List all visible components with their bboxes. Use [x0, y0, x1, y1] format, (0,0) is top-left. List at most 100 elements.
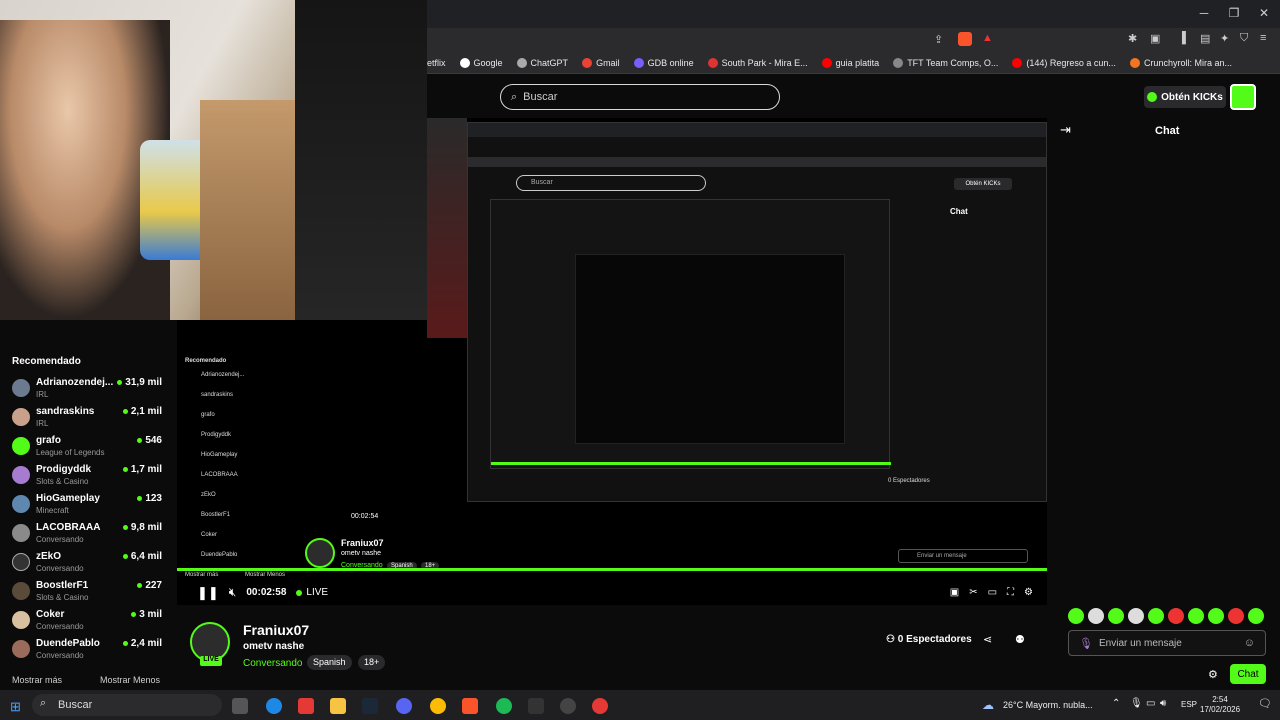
stream-category[interactable]: Conversando [243, 658, 302, 669]
emote-icon[interactable] [1088, 608, 1104, 624]
tray-arrow-icon[interactable]: ⌃ [1112, 698, 1120, 709]
channel-name: LACOBRAAA [36, 522, 101, 533]
notifications-icon[interactable]: 🗨︎ [1258, 697, 1272, 710]
sidebar-item[interactable]: Adrianozendej... IRL 31,9 mil [12, 375, 162, 403]
volume-icon[interactable]: 🔊︎ [1160, 698, 1166, 709]
theater-icon[interactable]: ▭ [988, 587, 997, 598]
tag-18plus[interactable]: 18+ [358, 655, 386, 670]
emote-icon[interactable] [1168, 608, 1184, 624]
brave-shield-icon[interactable] [958, 32, 972, 46]
channel-name: Prodigyddk [36, 464, 92, 475]
chat-settings-icon[interactable]: ⚙ [1208, 668, 1218, 681]
viewer-count: 31,9 mil [117, 377, 162, 388]
search-icon: ⌕ [511, 90, 518, 103]
sidebar-item[interactable]: DuendePablo Conversando 2,4 mil [12, 636, 162, 664]
sidebar-item[interactable]: Prodigyddk Slots & Casino 1,7 mil [12, 462, 162, 490]
app-icon[interactable] [298, 698, 314, 714]
show-more-link[interactable]: Mostrar más [12, 675, 62, 685]
bookmark-google[interactable]: Google [459, 57, 503, 68]
weather-icon[interactable]: ☁ [982, 698, 994, 712]
nested-stream-title: ometv nashe [341, 550, 382, 557]
emote-icon[interactable] [1068, 608, 1084, 624]
player-progress-bar[interactable] [177, 568, 1047, 571]
maximize-icon[interactable]: ❐ [1224, 6, 1244, 20]
sidebar-item[interactable]: HioGameplay Minecraft 123 [12, 491, 162, 519]
edge-icon[interactable] [266, 698, 282, 714]
nested-sidebar-title: Recomendado [185, 358, 227, 364]
user-avatar[interactable] [1230, 84, 1256, 110]
mute-icon[interactable]: 🔇︎ [229, 585, 237, 600]
settings-icon[interactable]: ⚙ [1024, 587, 1033, 598]
sidebar-item[interactable]: grafo League of Legends 546 [12, 433, 162, 461]
search-input[interactable]: ⌕ Buscar [500, 84, 780, 110]
follow-icon[interactable]: ⚉ [1015, 633, 1025, 646]
emote-icon[interactable] [1148, 608, 1164, 624]
bookmark-gdb[interactable]: GDB online [633, 57, 694, 68]
pip-icon[interactable]: ▣ [950, 587, 959, 598]
sidebar-item[interactable]: BoostlerF1 Slots & Casino 227 [12, 578, 162, 606]
show-less-link[interactable]: Mostrar Menos [100, 675, 160, 685]
mic-icon[interactable]: 🎙︎ [1079, 637, 1093, 650]
chrome-icon[interactable] [430, 698, 446, 714]
streamer-name[interactable]: Franiux07 [243, 622, 309, 638]
share-icon[interactable]: ⇪ [934, 33, 943, 46]
tag-spanish[interactable]: Spanish [307, 655, 352, 670]
emoji-icon[interactable]: ☺ [1244, 637, 1255, 649]
bookmark-youtube[interactable]: (144) Regreso a cun... [1012, 57, 1116, 68]
bookmark-crunchyroll[interactable]: Crunchyroll: Mira an... [1129, 57, 1232, 68]
leo-ai-icon[interactable]: ✦ [1220, 32, 1229, 45]
emote-icon[interactable] [1188, 608, 1204, 624]
spotify-icon[interactable] [496, 698, 512, 714]
nested-item: zEkO [201, 492, 216, 498]
sidebar-item[interactable]: Coker Conversando 3 mil [12, 607, 162, 635]
language-indicator[interactable]: ESP [1181, 700, 1197, 709]
bookmark-tft[interactable]: TFT Team Comps, O... [893, 57, 998, 68]
extensions-icon[interactable]: ✱ [1128, 32, 1137, 45]
bookmark-guia[interactable]: guia platita [821, 57, 879, 68]
weather-text[interactable]: 26°C Mayorm. nubla... [1003, 700, 1093, 710]
menu-icon[interactable]: ≡ [1260, 32, 1266, 44]
bookmark-netflix[interactable]: etflix [427, 58, 446, 68]
sidebar-item[interactable]: sandraskins IRL 2,1 mil [12, 404, 162, 432]
wallet-icon[interactable]: ▤ [1200, 32, 1210, 45]
chat-send-button[interactable]: Chat [1230, 664, 1266, 684]
bookmark-chatgpt[interactable]: ChatGPT [516, 57, 568, 68]
close-icon[interactable]: ✕ [1254, 6, 1274, 20]
epic-games-icon[interactable] [528, 698, 544, 714]
clock[interactable]: 2:54 17/02/2026 [1200, 695, 1240, 715]
nested-search: Buscar [516, 175, 706, 191]
recorder-icon[interactable] [592, 698, 608, 714]
network-icon[interactable]: ▭ [1146, 698, 1155, 709]
emote-icon[interactable] [1248, 608, 1264, 624]
task-view-icon[interactable] [232, 698, 248, 714]
tab-icon[interactable]: ▣ [1150, 32, 1160, 45]
sidebar-toggle-icon[interactable]: ▐ [1178, 32, 1186, 44]
sidebar-item[interactable]: LACOBRAAA Conversando 9,8 mil [12, 520, 162, 548]
pause-icon[interactable]: ❚❚ [197, 585, 219, 601]
windows-start-icon[interactable]: ⊞ [10, 699, 21, 715]
steam-icon[interactable] [362, 698, 378, 714]
bookmark-gmail[interactable]: Gmail [582, 57, 620, 68]
bookmark-southpark[interactable]: South Park - Mira E... [707, 57, 808, 68]
brave-rewards-icon[interactable]: ▲ [982, 32, 993, 44]
discord-icon[interactable] [396, 698, 412, 714]
get-kicks-button[interactable]: Obtén KICKs [1144, 86, 1226, 108]
mic-tray-icon[interactable]: 🎙︎ [1130, 698, 1143, 709]
chat-input[interactable]: 🎙︎ Enviar un mensaje ☺ [1068, 630, 1266, 656]
sidebar-item[interactable]: zEkO Conversando 6,4 mil [12, 549, 162, 577]
file-explorer-icon[interactable] [330, 698, 346, 714]
brave-icon[interactable] [462, 698, 478, 714]
taskbar-search[interactable]: ⌕ Buscar [32, 694, 222, 716]
minimize-icon[interactable]: ─ [1194, 6, 1214, 20]
emote-icon[interactable] [1108, 608, 1124, 624]
clip-icon[interactable]: ✂ [969, 587, 977, 598]
collapse-chat-icon[interactable]: ⇥ [1060, 122, 1071, 138]
viewer-count: 546 [137, 435, 162, 446]
emote-icon[interactable] [1208, 608, 1224, 624]
emote-icon[interactable] [1228, 608, 1244, 624]
fullscreen-icon[interactable]: ⛶ [1007, 587, 1014, 598]
emote-icon[interactable] [1128, 608, 1144, 624]
app-icon[interactable] [560, 698, 576, 714]
share-icon[interactable]: ⋖ [983, 633, 992, 646]
vpn-icon[interactable]: ⛉ [1240, 32, 1248, 45]
